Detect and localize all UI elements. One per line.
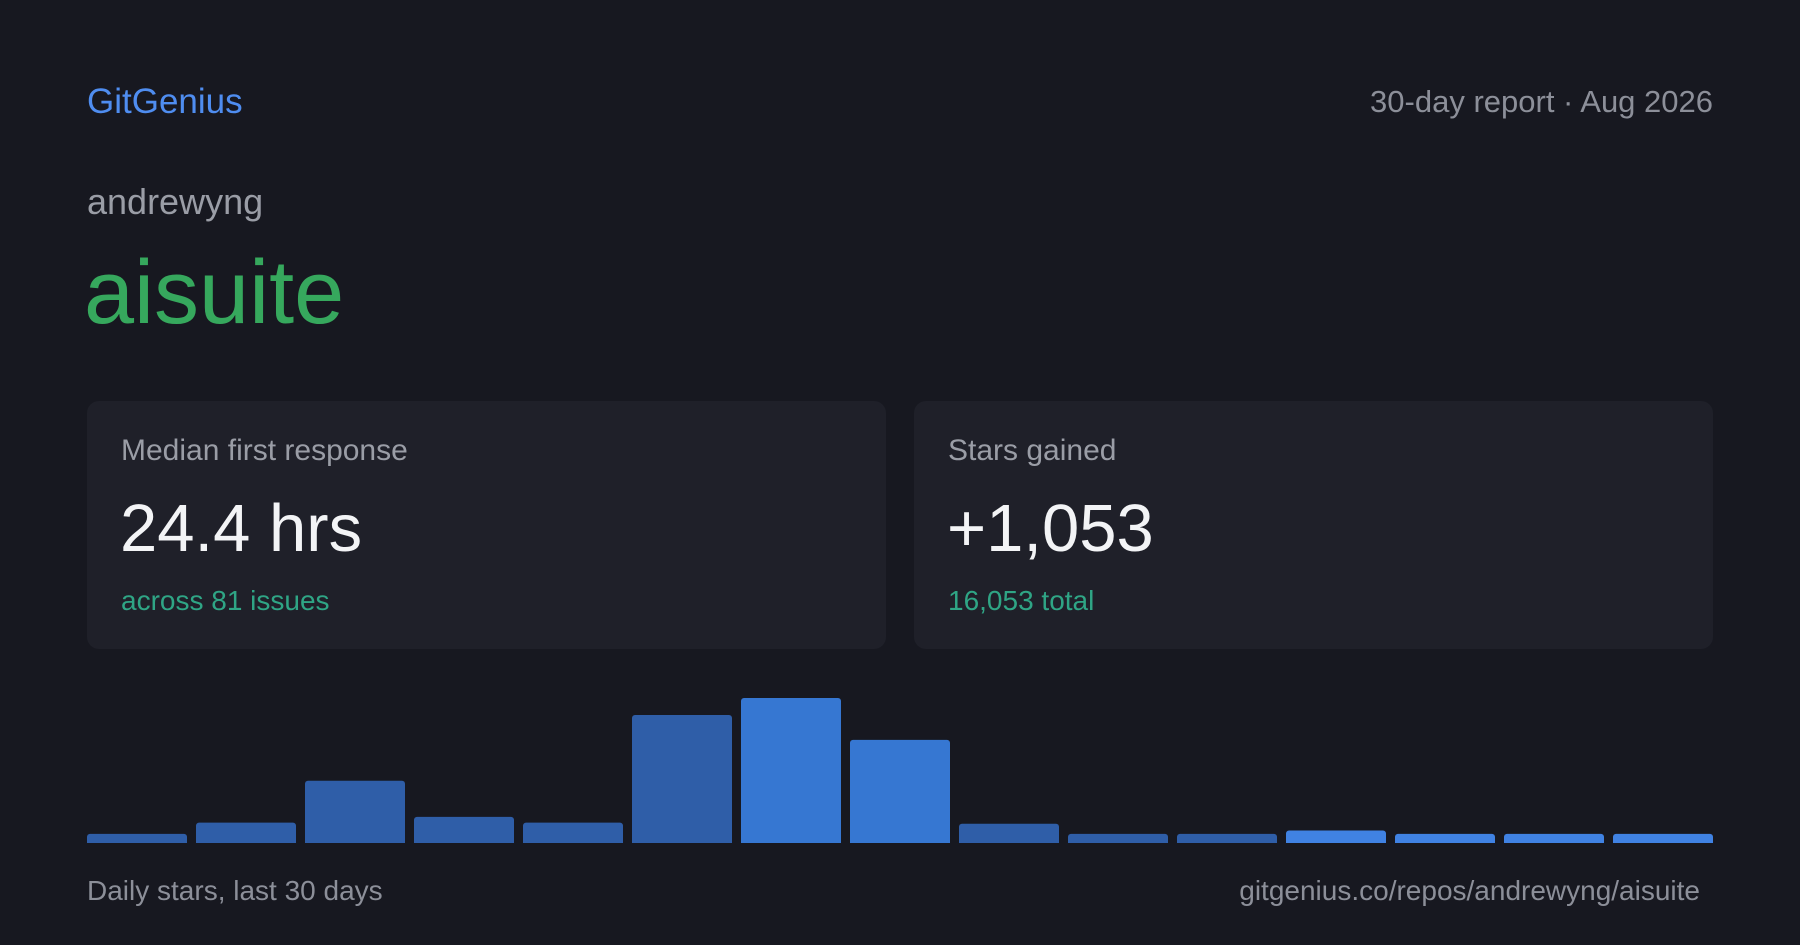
chart-bar: [1177, 833, 1277, 843]
report-period: 30-day report · Aug 2026: [1370, 84, 1713, 119]
repo-name: aisuite: [84, 243, 345, 343]
stars-gained-label: Stars gained: [948, 434, 1117, 467]
daily-stars-chart-svg: [87, 698, 1713, 843]
stars-gained-card: Stars gained +1,053 16,053 total: [914, 401, 1713, 649]
chart-bar: [414, 816, 514, 843]
chart-bar: [1613, 833, 1713, 843]
chart-bar: [1068, 833, 1168, 843]
chart-bar: [959, 823, 1059, 843]
chart-bar: [1395, 833, 1495, 843]
median-response-value: 24.4 hrs: [120, 491, 363, 566]
stars-total-subtext: 16,053 total: [948, 585, 1095, 616]
chart-caption: Daily stars, last 30 days: [87, 875, 383, 906]
chart-bar: [196, 822, 296, 843]
chart-bar: [87, 833, 187, 843]
stars-gained-value: +1,053: [947, 491, 1154, 566]
median-response-subtext: across 81 issues: [121, 585, 330, 616]
chart-bar: [1286, 830, 1386, 843]
daily-stars-chart: [87, 690, 1713, 843]
chart-bar: [632, 715, 732, 843]
chart-bar: [305, 780, 405, 843]
chart-bar: [850, 739, 950, 843]
repo-owner: andrewyng: [87, 181, 264, 222]
chart-bar: [741, 698, 841, 843]
median-response-label: Median first response: [121, 434, 408, 467]
repo-url: gitgenius.co/repos/andrewyng/aisuite: [1239, 875, 1700, 906]
chart-bar: [523, 822, 623, 843]
brand-logo-text: GitGenius: [87, 82, 243, 121]
median-response-card: Median first response 24.4 hrs across 81…: [87, 401, 886, 649]
chart-bar: [1504, 833, 1604, 843]
